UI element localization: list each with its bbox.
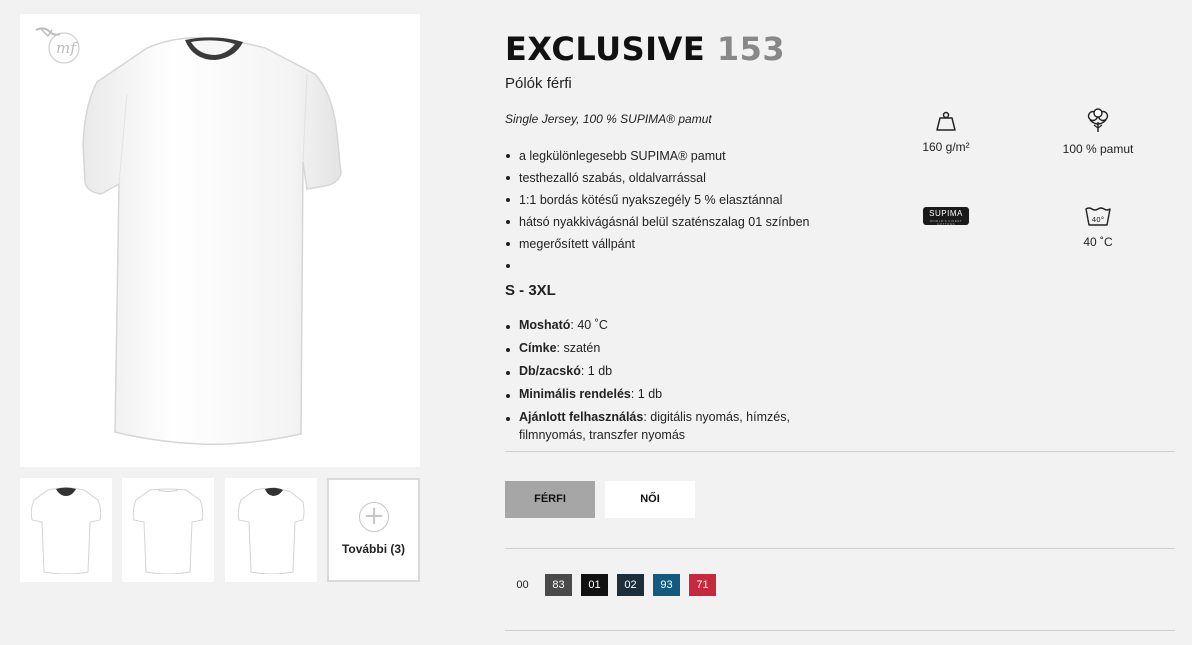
supima-info: SUPIMA WORLD'S FINEST COTTONS bbox=[886, 207, 1006, 226]
product-category: Pólók férfi bbox=[505, 75, 572, 92]
product-title: EXCLUSIVE 153 bbox=[505, 30, 785, 68]
product-title-name: EXCLUSIVE bbox=[505, 30, 706, 68]
feature-item: megerősített vállpánt bbox=[505, 233, 865, 255]
spec-value: : 1 db bbox=[630, 387, 663, 401]
product-material: Single Jersey, 100 % SUPIMA® pamut bbox=[505, 112, 712, 126]
feature-item: testhezalló szabás, oldalvarrással bbox=[505, 167, 865, 189]
feature-item: hátsó nyakkivágásnál belül szaténszalag … bbox=[505, 211, 865, 233]
spec-item: Db/zacskó: 1 db bbox=[505, 362, 845, 380]
t-shirt-back-thumbnail-icon bbox=[132, 488, 204, 574]
spec-item: Ajánlott felhasználás: digitális nyomás,… bbox=[505, 408, 845, 444]
color-swatch-71[interactable]: 71 bbox=[689, 574, 716, 596]
spec-value: : 40 ˚C bbox=[570, 318, 608, 332]
color-swatch-01[interactable]: 01 bbox=[581, 574, 608, 596]
t-shirt-side-thumbnail-icon bbox=[237, 487, 305, 574]
divider bbox=[505, 548, 1175, 549]
wash-40-icon: 40° bbox=[1085, 207, 1111, 226]
color-swatch-93[interactable]: 93 bbox=[653, 574, 680, 596]
color-swatch-83[interactable]: 83 bbox=[545, 574, 572, 596]
t-shirt-front-image bbox=[82, 36, 342, 446]
feature-item: 1:1 bordás kötésű nyakszegély 5 % elaszt… bbox=[505, 189, 865, 211]
wash-info: 40° 40 ˚C bbox=[1038, 205, 1158, 249]
t-shirt-thumbnail-icon bbox=[30, 487, 102, 574]
cotton-label: 100 % pamut bbox=[1062, 142, 1134, 156]
spec-value: : 1 db bbox=[580, 364, 613, 378]
main-product-image[interactable]: mf bbox=[20, 14, 420, 467]
spec-label: Mosható bbox=[519, 318, 571, 332]
color-swatch-00[interactable]: 00 bbox=[509, 574, 536, 596]
thumbnail-side[interactable] bbox=[225, 478, 317, 582]
spec-list: Mosható: 40 ˚C Címke: szatén Db/zacskó: … bbox=[505, 316, 845, 449]
wash-label: 40 ˚C bbox=[1083, 235, 1113, 249]
feature-list: a legkülönlegesebb SUPIMA® pamut testhez… bbox=[505, 145, 865, 268]
cotton-flower-icon bbox=[1087, 108, 1109, 132]
plus-icon: + bbox=[359, 502, 389, 532]
thumbnail-gallery: + További (3) bbox=[20, 478, 420, 582]
product-title-number: 153 bbox=[716, 30, 786, 68]
spec-item: Minimális rendelés: 1 db bbox=[505, 385, 845, 403]
spec-label: Címke bbox=[519, 341, 557, 355]
thumbnail-front[interactable] bbox=[20, 478, 112, 582]
supima-logo-subtext: WORLD'S FINEST COTTONS bbox=[929, 219, 963, 226]
more-images-label: További (3) bbox=[341, 542, 406, 556]
svg-text:40°: 40° bbox=[1092, 216, 1104, 224]
spec-item: Címke: szatén bbox=[505, 339, 845, 357]
feature-item: a legkülönlegesebb SUPIMA® pamut bbox=[505, 145, 865, 167]
spec-label: Ajánlott felhasználás bbox=[519, 410, 644, 424]
weight-label: 160 g/m² bbox=[922, 140, 970, 154]
thumbnail-back[interactable] bbox=[122, 478, 214, 582]
spec-label: Minimális rendelés bbox=[519, 387, 631, 401]
weight-info: 160 g/m² bbox=[886, 110, 1006, 154]
divider bbox=[505, 451, 1175, 452]
divider bbox=[505, 630, 1175, 631]
size-range: S - 3XL bbox=[505, 282, 556, 299]
cotton-info: 100 % pamut bbox=[1038, 108, 1158, 156]
supima-logo: SUPIMA WORLD'S FINEST COTTONS bbox=[923, 207, 969, 226]
color-swatch-02[interactable]: 02 bbox=[617, 574, 644, 596]
gender-female-button[interactable]: NŐI bbox=[605, 481, 695, 518]
weight-icon bbox=[936, 111, 956, 131]
spec-label: Db/zacskó bbox=[519, 364, 581, 378]
spec-value: : szatén bbox=[556, 341, 601, 355]
more-images-button[interactable]: + További (3) bbox=[327, 478, 420, 582]
gender-male-button[interactable]: FÉRFI bbox=[505, 481, 595, 518]
spec-item: Mosható: 40 ˚C bbox=[505, 316, 845, 334]
